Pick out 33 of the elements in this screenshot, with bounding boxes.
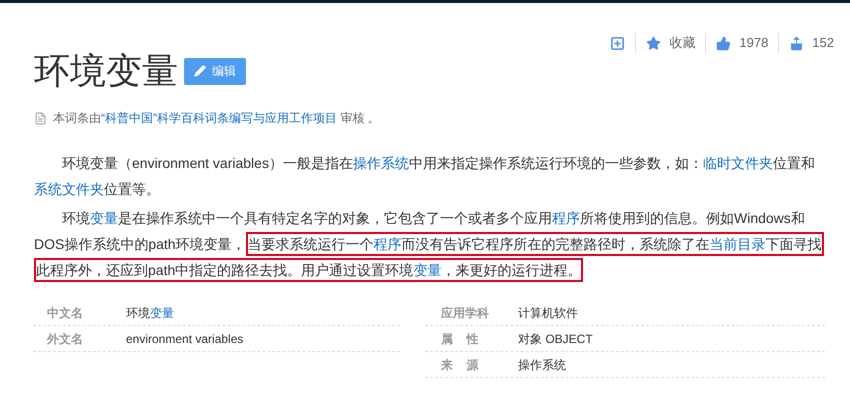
link[interactable]: “科普中国”科学百科词条编写与应用工作项目 xyxy=(101,111,337,125)
document-icon xyxy=(34,112,47,124)
link[interactable]: 变量 xyxy=(150,306,174,320)
link[interactable]: 系统文件夹 xyxy=(34,181,104,197)
field-label: 外文名 xyxy=(46,330,84,348)
field-value: 环境变量 xyxy=(126,304,174,322)
pencil-icon xyxy=(194,65,206,77)
review-note: 本词条由“科普中国”科学百科词条编写与应用工作项目 审核 。 xyxy=(53,110,380,127)
share-icon[interactable] xyxy=(789,36,804,50)
field-label: 中文名 xyxy=(46,304,84,322)
paragraph: 环境变量（environment variables）一般是指在操作系统中用来指定操作系统运行环境的一些参数，如：临时文件夹位置和 系统文件夹位置等。 xyxy=(34,154,816,199)
thumbs-up-icon[interactable] xyxy=(716,36,732,50)
link[interactable]: 程序 xyxy=(552,210,580,226)
field-value: 操作系统 xyxy=(518,356,566,374)
field-label: 应用学科 xyxy=(440,304,490,322)
toolbar-label: 152 xyxy=(812,34,834,52)
link[interactable]: 当前目录 xyxy=(710,236,766,252)
field-value: 对象 OBJECT xyxy=(518,330,593,348)
field-value: 计算机软件 xyxy=(518,304,578,322)
toolbar-label: 收藏 xyxy=(669,34,696,52)
page-title: 环境变量 xyxy=(34,49,178,93)
field-value: environment variables xyxy=(126,330,244,348)
toolbar-label: 1978 xyxy=(739,34,768,52)
link[interactable]: 程序 xyxy=(374,236,402,252)
add-icon[interactable] xyxy=(610,36,626,50)
link[interactable]: 操作系统 xyxy=(352,155,409,171)
link[interactable]: 变量 xyxy=(413,262,442,278)
link[interactable]: 变量 xyxy=(90,210,118,226)
field-label: 属 性 xyxy=(440,330,480,348)
star-icon[interactable] xyxy=(646,36,662,50)
edit-button[interactable]: 编辑 xyxy=(184,58,246,84)
link[interactable]: 临时文件夹 xyxy=(702,155,773,171)
field-label: 来 源 xyxy=(440,356,480,374)
